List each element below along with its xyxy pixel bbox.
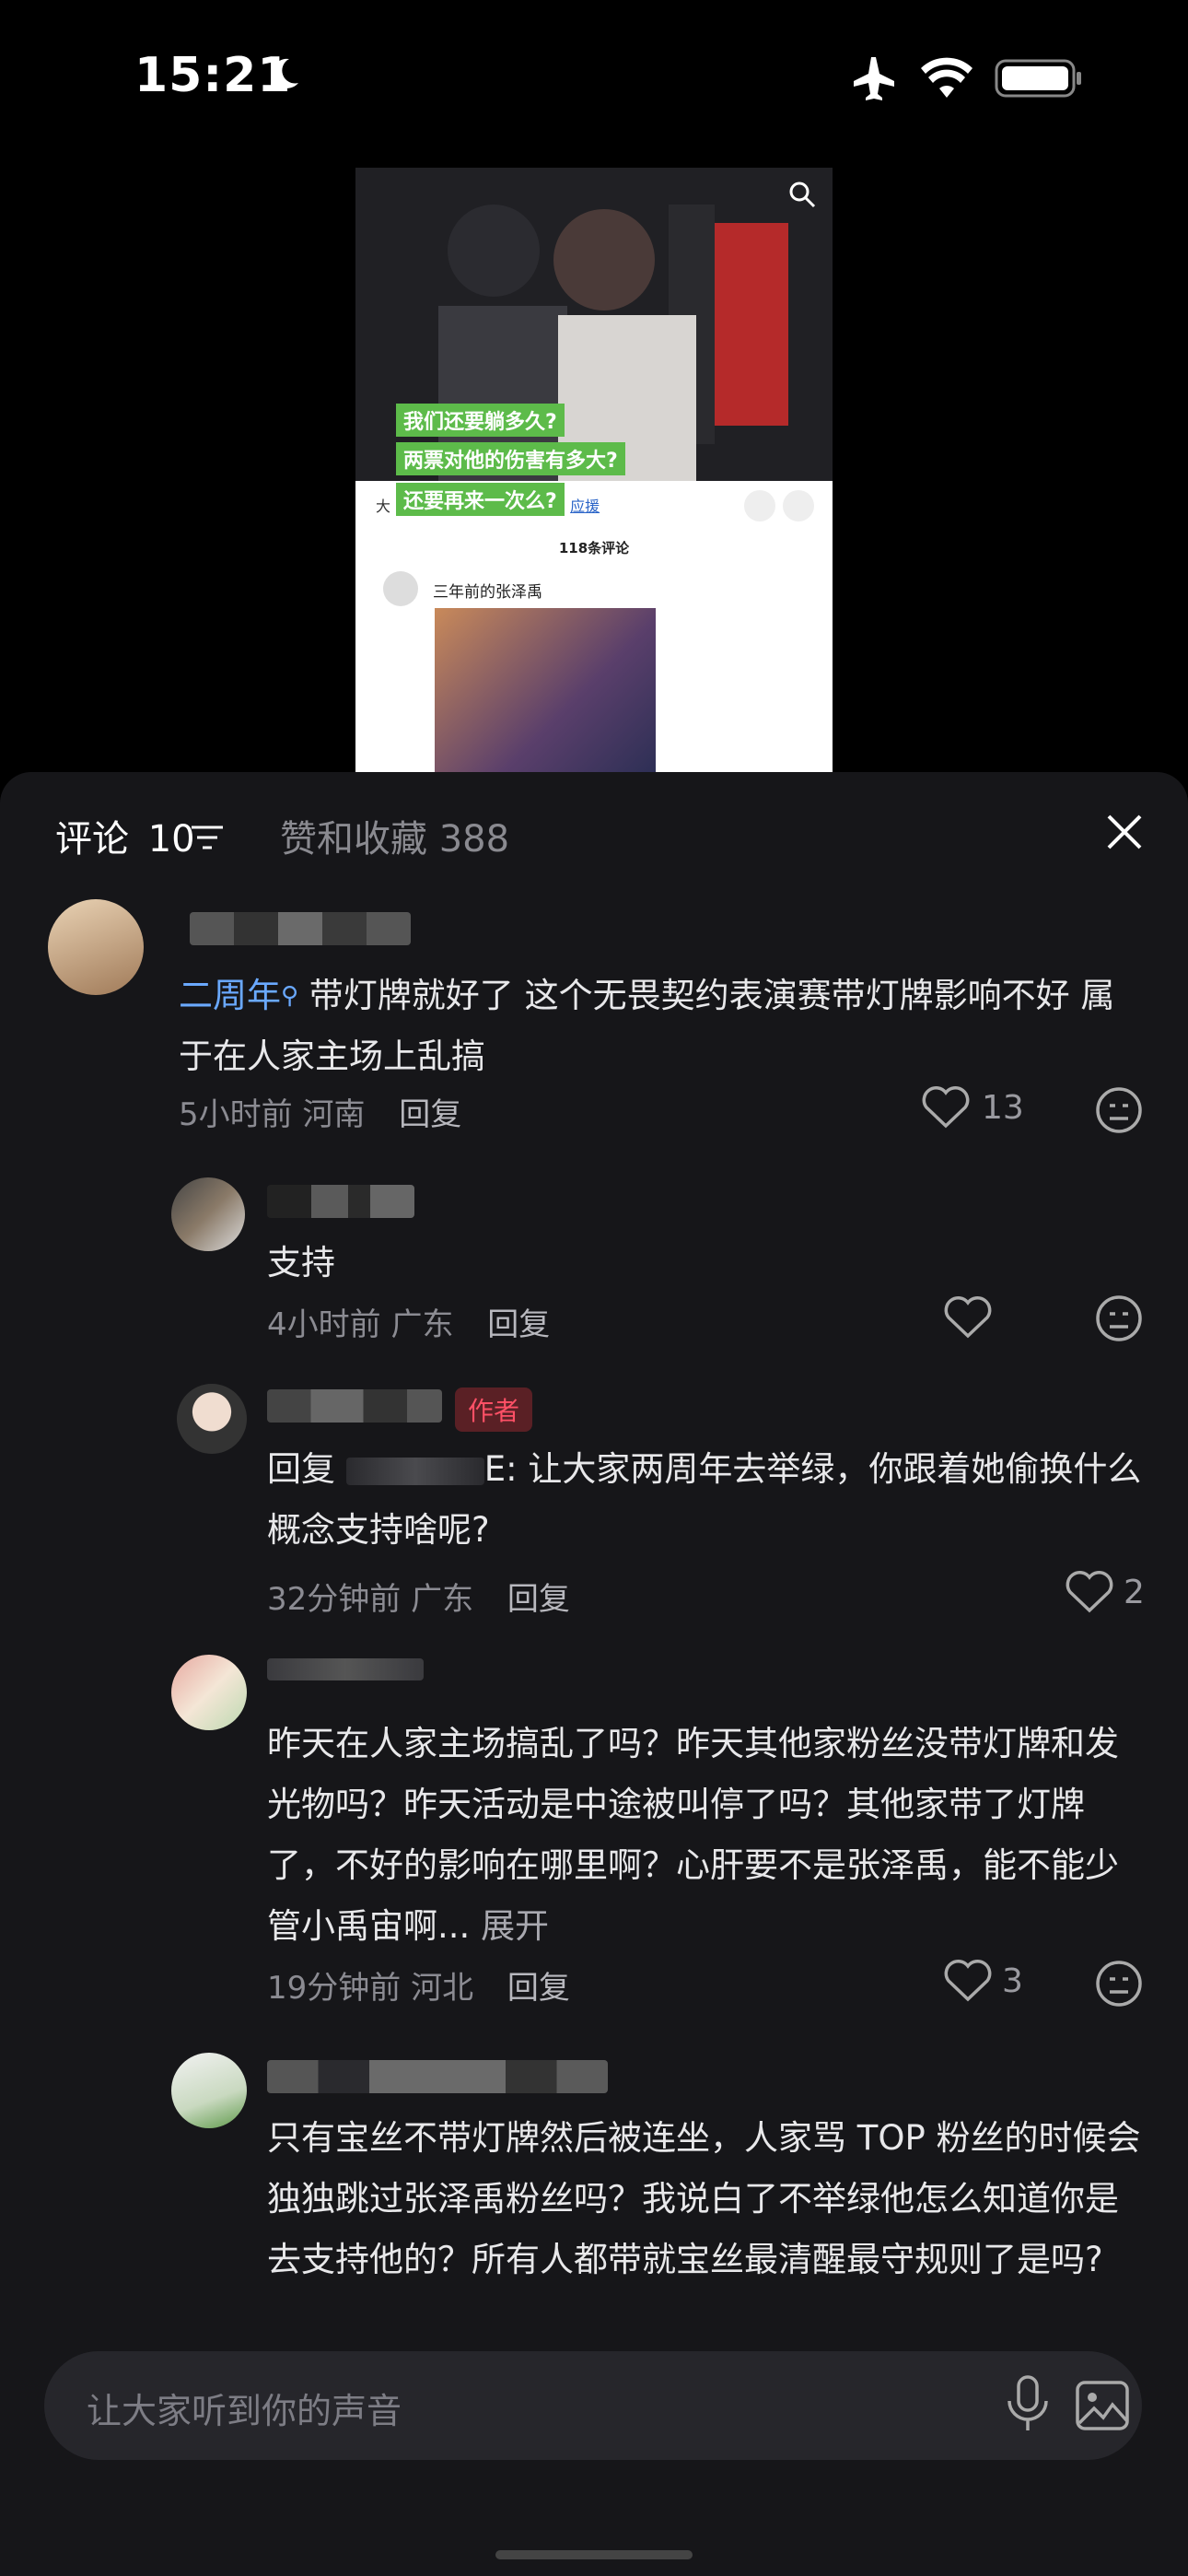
microphone-icon[interactable] [1002, 2373, 1054, 2434]
username-redacted[interactable] [267, 1389, 442, 1426]
heart-icon [944, 1960, 992, 2002]
popup-username: 三年前的张泽禹 [433, 583, 542, 602]
avatar[interactable] [171, 1177, 245, 1251]
username-redacted[interactable] [190, 912, 411, 949]
dislike-icon[interactable] [1094, 1085, 1144, 1135]
comment-input[interactable]: 让大家听到你的声音 [44, 2351, 1142, 2460]
popup-tab-right: 应援 [570, 498, 600, 515]
like-button[interactable]: 3 [943, 1959, 1023, 2003]
like-button[interactable]: 13 [921, 1085, 1024, 1130]
mentioned-user-redacted[interactable] [345, 1457, 484, 1485]
embedded-comment-popup: 大 应援 118条评论 三年前的张泽禹 [355, 481, 833, 772]
battery-icon [995, 59, 1081, 98]
comment-time: 4小时前 [267, 1306, 381, 1343]
comment-body: 带灯牌就好了 这个无畏契约表演赛带灯牌影响不好 属于在人家主场上乱搞 [179, 976, 1115, 1076]
comment-meta: 4小时前 广东 回复 [267, 1299, 550, 1344]
heart-icon [922, 1086, 970, 1129]
dislike-icon[interactable] [1094, 1959, 1144, 2008]
comment-time: 5小时前 [179, 1096, 293, 1133]
reply-button[interactable]: 回复 [507, 1581, 570, 1618]
search-icon: ⚲ [281, 982, 299, 1010]
like-count: 3 [1002, 1961, 1023, 2000]
video-caption: 两票对他的伤害有多大? [396, 442, 625, 475]
comment-text: 支持 [267, 1243, 335, 1282]
video-caption: 还要再来一次么? [396, 483, 565, 516]
video-caption: 我们还要躺多久? [396, 404, 565, 437]
avatar[interactable] [171, 2053, 247, 2128]
dislike-icon[interactable] [1094, 1294, 1144, 1343]
reply-prefix: 回复 [267, 1449, 335, 1489]
username-redacted[interactable] [267, 2060, 608, 2097]
comment-time: 32分钟前 [267, 1581, 402, 1618]
popup-comment-count: 118条评论 [558, 540, 630, 556]
heart-icon[interactable] [943, 1295, 993, 1340]
comment-location: 河北 [411, 1970, 474, 2007]
moon-icon [272, 58, 298, 88]
comment-meta: 32分钟前 广东 回复 [267, 1574, 570, 1619]
video-preview[interactable]: 我们还要躺多久? 两票对他的伤害有多大? [355, 168, 833, 481]
tab-comments[interactable]: 评论 10 [55, 809, 195, 862]
username-redacted[interactable] [267, 1658, 424, 1695]
status-bar: 15:21 [0, 0, 1188, 157]
reply-button[interactable]: 回复 [507, 1970, 570, 2007]
filter-icon[interactable] [190, 824, 225, 851]
popup-tab-left: 大 [376, 498, 391, 515]
comment-text: 只有宝丝不带灯牌然后被连坐，人家骂 TOP 粉丝的时候会独独跳过张泽禹粉丝吗？我… [267, 2118, 1141, 2279]
home-indicator [495, 2550, 693, 2559]
tab-comments-count: 10 [147, 818, 195, 861]
close-icon [783, 490, 814, 521]
author-badge: 作者 [455, 1388, 533, 1432]
comment-meta: 19分钟前 河北 回复 [267, 1962, 570, 2008]
like-button[interactable]: 2 [1065, 1570, 1145, 1614]
heart-icon [1066, 1571, 1113, 1613]
comment-text: 昨天在人家主场搞乱了吗？昨天其他家粉丝没带灯牌和发光物吗？昨天活动是中途被叫停了… [267, 1714, 1133, 1957]
username-redacted[interactable] [267, 1185, 414, 1222]
image-icon[interactable] [1074, 2377, 1131, 2434]
search-icon[interactable] [788, 181, 816, 208]
tab-comments-label: 评论 [55, 818, 129, 861]
expand-icon [744, 490, 775, 521]
comment-body: 昨天在人家主场搞乱了吗？昨天其他家粉丝没带灯牌和发光物吗？昨天活动是中途被叫停了… [267, 1724, 1119, 1946]
comment-tabs: 评论 10 赞和收藏 388 [0, 772, 1188, 901]
ellipsis: ... [437, 1906, 471, 1946]
comment-location: 广东 [390, 1306, 454, 1343]
comment-location: 广东 [411, 1581, 474, 1618]
popup-image [435, 608, 656, 772]
close-icon[interactable] [1101, 809, 1147, 855]
airplane-icon [854, 57, 894, 100]
comment-meta: 5小时前 河南 回复 [179, 1089, 461, 1134]
like-count: 2 [1124, 1573, 1145, 1611]
avatar[interactable] [171, 1655, 247, 1730]
topic-link[interactable]: 二周年 [179, 976, 281, 1015]
avatar[interactable] [48, 899, 144, 995]
comment-time: 19分钟前 [267, 1970, 402, 2007]
like-count: 13 [982, 1088, 1024, 1127]
expand-button[interactable]: 展开 [481, 1906, 549, 1946]
reply-button[interactable]: 回复 [399, 1096, 461, 1133]
reply-button[interactable]: 回复 [487, 1306, 550, 1343]
comment-sheet: 评论 10 赞和收藏 388 二周年⚲ 带灯牌就好了 这个无畏契约表演赛带灯牌影… [0, 772, 1188, 2576]
avatar[interactable] [177, 1384, 247, 1454]
avatar [383, 571, 418, 606]
tab-likes-favorites[interactable]: 赞和收藏 388 [280, 809, 509, 862]
comment-text: 回复 E: 让大家两周年去举绿，你跟着她偷换什么概念支持啥呢? [267, 1439, 1151, 1561]
comment-input-placeholder: 让大家听到你的声音 [87, 2391, 402, 2431]
comment-text: 二周年⚲ 带灯牌就好了 这个无畏契约表演赛带灯牌影响不好 属于在人家主场上乱搞 [179, 966, 1146, 1087]
comment-location: 河南 [302, 1096, 366, 1133]
wifi-icon [921, 57, 973, 98]
